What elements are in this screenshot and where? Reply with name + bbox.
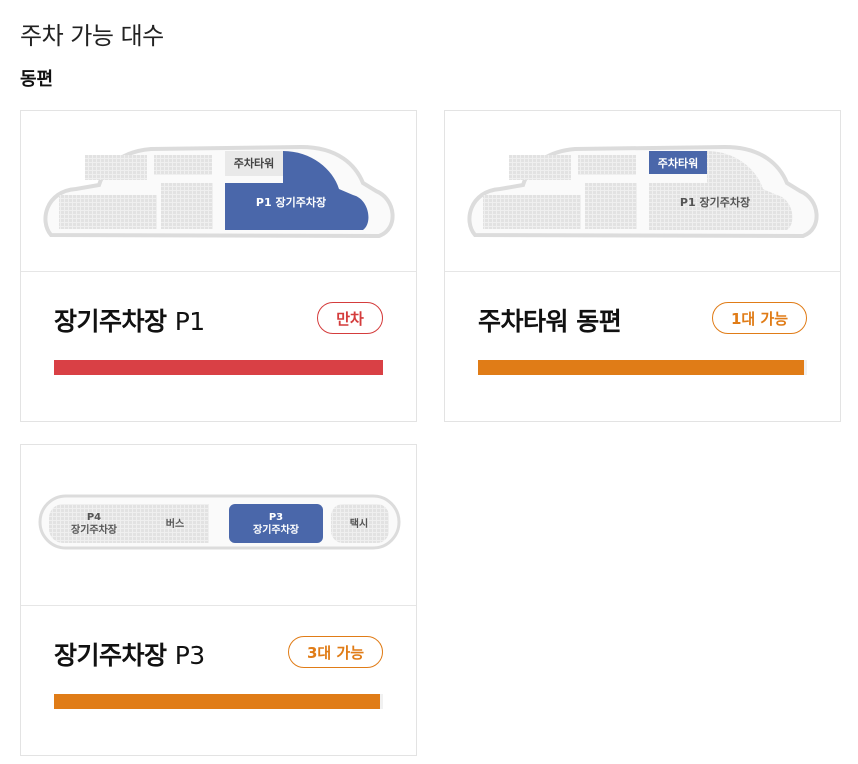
map-block: [585, 183, 637, 229]
status-badge: 3대 가능: [288, 636, 383, 668]
map-block: [49, 504, 159, 543]
occupancy-bar-fill: [54, 360, 383, 375]
map-label-tower: 주차타워: [658, 156, 698, 170]
parking-map-p1: 주차타워 P1 장기주차장: [21, 111, 416, 272]
map-block: [578, 155, 636, 175]
page-title: 주차 가능 대수: [20, 22, 164, 50]
map-block: [59, 195, 157, 229]
map-label-lot: P1 장기주차장: [256, 195, 326, 209]
map-diagram: 주차타워 P1 장기주차장: [467, 144, 819, 239]
occupancy-bar: [478, 360, 807, 375]
map-label-p3-sub: 장기주차장: [253, 523, 300, 536]
highlight-lot: [229, 504, 323, 543]
map-label-taxi: 택시: [350, 517, 368, 530]
parking-card-p1[interactable]: 주차타워 P1 장기주차장 장기주차장 P1 만차: [20, 110, 417, 422]
map-block: [509, 155, 571, 180]
map-label-lot: P1 장기주차장: [680, 195, 750, 209]
lot-info: 장기주차장 P3 3대 가능: [21, 606, 416, 755]
map-block: [483, 195, 581, 229]
status-badge: 1대 가능: [712, 302, 807, 334]
map-label-p4-sub: 장기주차장: [71, 523, 118, 536]
parking-map-tower: 주차타워 P1 장기주차장: [445, 111, 840, 272]
map-label-p4: P4: [87, 512, 101, 523]
status-badge: 만차: [317, 302, 383, 334]
map-label-p3: P3: [269, 512, 283, 523]
occupancy-bar-fill: [478, 360, 804, 375]
parking-card-p3[interactable]: P4 장기주차장 버스 P3 장기주차장 택시 장기주차장 P3 3대 가능: [20, 444, 417, 756]
parking-card-tower-east[interactable]: 주차타워 P1 장기주차장 주차타워 동편 1대 가능: [444, 110, 841, 422]
lot-name: 장기주차장 P3: [54, 641, 205, 670]
occupancy-bar-fill: [54, 694, 380, 709]
map-block: [154, 155, 212, 175]
map-block: [161, 183, 213, 229]
map-block: [85, 155, 147, 180]
lot-info: 주차타워 동편 1대 가능: [445, 272, 840, 421]
section-title: 동편: [20, 69, 54, 90]
occupancy-bar: [54, 360, 383, 375]
map-label-bus: 버스: [166, 517, 184, 530]
lot-info: 장기주차장 P1 만차: [21, 272, 416, 421]
map-diagram: 주차타워 P1 장기주차장: [43, 144, 395, 239]
parking-map-p3: P4 장기주차장 버스 P3 장기주차장 택시: [21, 445, 416, 606]
map-diagram: P4 장기주차장 버스 P3 장기주차장 택시: [38, 494, 401, 550]
lot-name: 장기주차장 P1: [54, 307, 205, 336]
lot-name: 주차타워 동편: [478, 307, 622, 336]
map-label-tower: 주차타워: [234, 156, 274, 170]
occupancy-bar: [54, 694, 383, 709]
